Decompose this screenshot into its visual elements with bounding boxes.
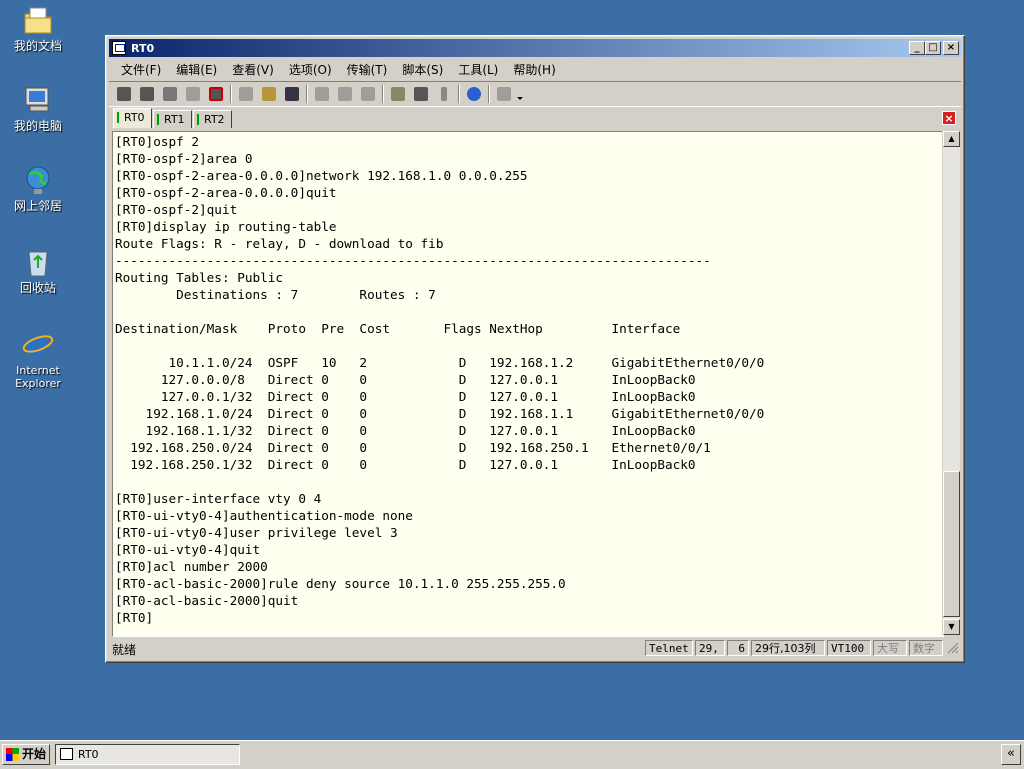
desktop-icon-my-computer[interactable]: 我的电脑: [6, 84, 70, 133]
windows-logo-icon: [6, 748, 19, 761]
status-caps: 大写: [873, 640, 907, 656]
desktop-icon-label: 网上邻居: [13, 199, 62, 213]
session-tabs: RT0 RT1 RT2 ×: [109, 108, 961, 128]
desktop-icon-internet-explorer[interactable]: e Internet Explorer: [6, 326, 70, 390]
network-places-icon: [22, 164, 54, 196]
menu-options[interactable]: 选项(O): [286, 58, 335, 81]
tab-rt0[interactable]: RT0: [113, 108, 152, 128]
desktop-icon-label: 回收站: [19, 281, 56, 295]
terminal-window: RT0 _ □ × 文件(F) 编辑(E) 查看(V) 选项(O) 传输(T) 脚本(S)…: [105, 35, 965, 663]
status-emulation: VT100: [827, 640, 871, 656]
copy-icon[interactable]: [237, 85, 255, 103]
connected-indicator: [117, 112, 119, 123]
my-computer-icon: [22, 84, 54, 116]
key-icon[interactable]: [435, 85, 453, 103]
desktop-icon-my-documents[interactable]: 我的文档: [6, 4, 70, 53]
print-icon[interactable]: [359, 85, 377, 103]
desktop-icon-label: Internet Explorer: [15, 364, 61, 390]
svg-text:e: e: [26, 328, 46, 360]
menu-tools[interactable]: 工具(L): [455, 58, 501, 81]
menu-script[interactable]: 脚本(S): [399, 58, 446, 81]
internet-explorer-icon: e: [22, 326, 54, 364]
quick-connect-icon[interactable]: [138, 85, 156, 103]
scroll-up-button[interactable]: ▲: [943, 131, 960, 147]
close-button[interactable]: ×: [943, 41, 959, 55]
window-title: RT0: [131, 42, 155, 55]
desktop-icon-label: 我的电脑: [13, 119, 62, 133]
desktop-icon-label: 我的文档: [13, 39, 62, 53]
terminal-app-icon: [60, 748, 73, 760]
toolbar: [109, 81, 961, 107]
scroll-down-button[interactable]: ▼: [943, 619, 960, 635]
session-options-icon[interactable]: [389, 85, 407, 103]
close-tab-button[interactable]: ×: [942, 111, 956, 125]
print-preview-icon[interactable]: [336, 85, 354, 103]
my-documents-icon: [22, 4, 54, 36]
reconnect-icon[interactable]: [184, 85, 202, 103]
taskbar: 开始 RT0 «: [0, 740, 1024, 769]
menu-file[interactable]: 文件(F): [118, 58, 164, 81]
start-button[interactable]: 开始: [2, 744, 50, 765]
resize-grip-icon[interactable]: [947, 642, 959, 657]
toolbar-overflow-icon[interactable]: [515, 85, 525, 103]
disconnect-icon[interactable]: [207, 85, 225, 103]
connected-indicator: [197, 114, 199, 125]
tab-rt1[interactable]: RT1: [153, 110, 192, 128]
tab-rt2[interactable]: RT2: [193, 110, 232, 128]
statusbar: 就绪 Telnet 29, 6 29行,103列 VT100 大写 数字: [109, 638, 961, 658]
status-num: 数字: [909, 640, 943, 656]
connect-tab-icon[interactable]: [161, 85, 179, 103]
connect-icon[interactable]: [115, 85, 133, 103]
status-row: 29,: [695, 640, 725, 656]
tray-expand-button[interactable]: «: [1001, 744, 1021, 765]
status-size: 29行,103列: [751, 640, 825, 656]
terminal-output[interactable]: [RT0]ospf 2 [RT0-ospf-2]area 0 [RT0-ospf…: [112, 131, 944, 637]
menu-transfer[interactable]: 传输(T): [344, 58, 391, 81]
taskbar-item-rt0[interactable]: RT0: [55, 744, 240, 765]
keymap-icon[interactable]: [495, 85, 513, 103]
scroll-thumb[interactable]: [943, 471, 960, 617]
menubar: 文件(F) 编辑(E) 查看(V) 选项(O) 传输(T) 脚本(S) 工具(L) 帮助(H): [109, 58, 961, 78]
global-options-icon[interactable]: [412, 85, 430, 103]
print-setup-icon[interactable]: [313, 85, 331, 103]
terminal-app-icon: [112, 41, 126, 55]
status-protocol: Telnet: [645, 640, 693, 656]
terminal-text: [RT0]ospf 2 [RT0-ospf-2]area 0 [RT0-ospf…: [115, 134, 765, 625]
vertical-scrollbar[interactable]: ▲ ▼: [942, 131, 960, 635]
minimize-button[interactable]: _: [909, 41, 925, 55]
connected-indicator: [157, 114, 159, 125]
menu-help[interactable]: 帮助(H): [510, 58, 558, 81]
menu-edit[interactable]: 编辑(E): [173, 58, 220, 81]
status-col: 6: [727, 640, 749, 656]
menu-view[interactable]: 查看(V): [229, 58, 277, 81]
find-icon[interactable]: [283, 85, 301, 103]
status-ready: 就绪: [112, 643, 137, 657]
help-icon[interactable]: [465, 85, 483, 103]
recycle-bin-icon: [22, 246, 54, 278]
window-titlebar[interactable]: RT0 _ □ ×: [109, 39, 961, 57]
paste-icon[interactable]: [260, 85, 278, 103]
maximize-button[interactable]: □: [925, 41, 941, 55]
desktop-icon-network-places[interactable]: 网上邻居: [6, 164, 70, 213]
desktop-icon-recycle-bin[interactable]: 回收站: [6, 246, 70, 295]
